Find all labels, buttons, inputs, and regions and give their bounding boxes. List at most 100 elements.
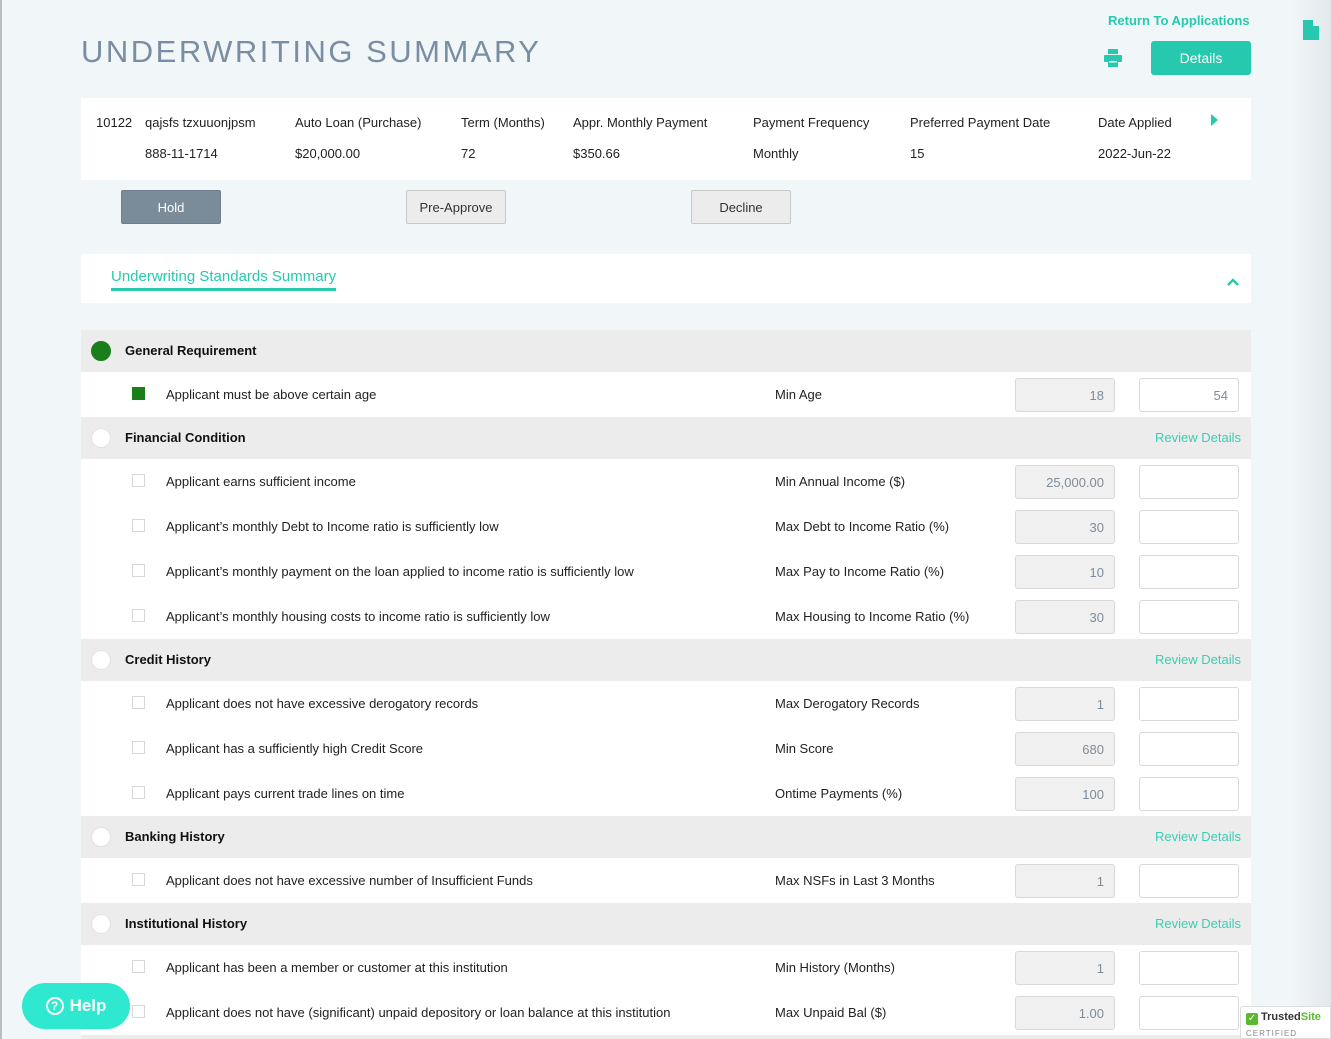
- review-details-link[interactable]: Review Details: [1155, 652, 1241, 667]
- pre-approve-button[interactable]: Pre-Approve: [406, 190, 506, 224]
- tab-underwriting-standards-summary[interactable]: Underwriting Standards Summary: [111, 268, 337, 291]
- criterion-checkbox[interactable]: [132, 519, 145, 532]
- print-icon[interactable]: [1103, 49, 1123, 67]
- applicant-ssn: 888-11-1714: [145, 146, 218, 161]
- review-details-link[interactable]: Review Details: [1155, 916, 1241, 931]
- criterion-checkbox[interactable]: [132, 609, 145, 622]
- criterion-metric: Min Age: [775, 387, 822, 402]
- preferred-payment-date-value: 15: [910, 146, 925, 161]
- status-dot-icon: [91, 650, 111, 670]
- category-label: Institutional History: [125, 916, 248, 931]
- chevron-up-icon[interactable]: [1227, 274, 1239, 286]
- criterion-metric: Min Annual Income ($): [775, 474, 906, 489]
- caret-right-icon[interactable]: [1211, 114, 1218, 126]
- criterion-metric: Max Unpaid Bal ($): [775, 1005, 887, 1020]
- trustedsite-name: TrustedSite: [1261, 1011, 1321, 1023]
- criterion-row: Applicant earns sufficient income Min An…: [81, 459, 1251, 504]
- actual-value-field[interactable]: [1139, 378, 1239, 412]
- standard-value-field: [1015, 555, 1115, 589]
- date-applied-label: Date Applied: [1098, 115, 1172, 130]
- payment-frequency-label: Payment Frequency: [753, 115, 870, 130]
- criterion-label: Applicant’s monthly payment on the loan …: [166, 564, 634, 579]
- standard-value-field: [1015, 732, 1115, 766]
- category-row-institutional-history: Institutional History Review Details: [81, 903, 1251, 945]
- decline-button[interactable]: Decline: [691, 190, 791, 224]
- standard-value-field: [1015, 996, 1115, 1030]
- check-icon: ✓: [1246, 1013, 1258, 1025]
- standard-value-field: [1015, 510, 1115, 544]
- criterion-row: Applicant has been a member or customer …: [81, 945, 1251, 990]
- criterion-row: Applicant does not have (significant) un…: [81, 990, 1251, 1035]
- category-row-credit-history: Credit History Review Details: [81, 639, 1251, 681]
- category-label: Financial Condition: [125, 430, 246, 445]
- details-button[interactable]: Details: [1151, 41, 1251, 75]
- status-dot-icon: [91, 827, 111, 847]
- criterion-label: Applicant has a sufficiently high Credit…: [166, 741, 424, 756]
- criterion-checkbox[interactable]: [132, 786, 145, 799]
- review-details-link[interactable]: Review Details: [1155, 829, 1241, 844]
- criterion-metric: Max Derogatory Records: [775, 696, 920, 711]
- category-row-general-requirement: General Requirement: [81, 330, 1251, 372]
- criterion-checkbox[interactable]: [132, 960, 145, 973]
- application-id-link[interactable]: 10122: [96, 115, 132, 130]
- document-icon[interactable]: [1303, 20, 1319, 40]
- loan-amount: $20,000.00: [295, 146, 361, 161]
- status-dot-icon: [91, 341, 111, 361]
- payment-frequency-value: Monthly: [753, 146, 799, 161]
- criterion-checkbox[interactable]: [132, 696, 145, 709]
- criterion-metric: Max Pay to Income Ratio (%): [775, 564, 945, 579]
- standard-value-field: [1015, 951, 1115, 985]
- criterion-label: Applicant earns sufficient income: [166, 474, 356, 489]
- actual-value-field[interactable]: [1139, 777, 1239, 811]
- criterion-row: Applicant pays current trade lines on ti…: [81, 771, 1251, 816]
- actual-value-field[interactable]: [1139, 465, 1239, 499]
- category-row-financial-condition: Financial Condition Review Details: [81, 417, 1251, 459]
- actual-value-field[interactable]: [1139, 687, 1239, 721]
- status-dot-icon: [91, 914, 111, 934]
- criterion-metric: Ontime Payments (%): [775, 786, 903, 801]
- actual-value-field[interactable]: [1139, 555, 1239, 589]
- criterion-checkbox[interactable]: [132, 873, 145, 886]
- trustedsite-name-a: Trusted: [1261, 1011, 1301, 1023]
- underwriting-standards-table: General Requirement Applicant must be ab…: [81, 330, 1251, 1039]
- page-title: UNDERWRITING SUMMARY: [81, 34, 542, 69]
- criterion-label: Applicant’s monthly housing costs to inc…: [166, 609, 550, 624]
- trustedsite-badge[interactable]: ✓ TrustedSite CERTIFIED SECURE: [1240, 1006, 1331, 1039]
- category-label: General Requirement: [125, 343, 257, 358]
- criterion-metric: Max Debt to Income Ratio (%): [775, 519, 950, 534]
- criterion-checkbox[interactable]: [132, 1005, 145, 1018]
- section-tab-bar: Underwriting Standards Summary: [81, 254, 1251, 303]
- criterion-checkbox[interactable]: [132, 474, 145, 487]
- criterion-label: Applicant does not have excessive deroga…: [166, 696, 479, 711]
- criterion-checkbox[interactable]: [132, 387, 145, 400]
- actual-value-field[interactable]: [1139, 996, 1239, 1030]
- criterion-label: Applicant has been a member or customer …: [166, 960, 508, 975]
- criterion-label: Applicant does not have (significant) un…: [166, 1005, 671, 1020]
- application-summary-card: 10122 qajsfs tzxuuonjpsm 888-11-1714 Aut…: [81, 98, 1251, 180]
- actual-value-field[interactable]: [1139, 864, 1239, 898]
- standard-value-field: [1015, 600, 1115, 634]
- actual-value-field[interactable]: [1139, 951, 1239, 985]
- date-applied-value: 2022-Jun-22: [1098, 146, 1171, 161]
- hold-button[interactable]: Hold: [121, 190, 221, 224]
- standard-value-field: [1015, 378, 1115, 412]
- criterion-metric: Min History (Months): [775, 960, 895, 975]
- monthly-payment-label: Appr. Monthly Payment: [573, 115, 708, 130]
- return-to-applications-link[interactable]: Return To Applications: [1108, 13, 1250, 28]
- applicant-name: qajsfs tzxuuonjpsm: [145, 115, 256, 130]
- category-label: Banking History: [125, 829, 225, 844]
- criterion-row: Applicant must be above certain age Min …: [81, 372, 1251, 417]
- trustedsite-subtitle: CERTIFIED SECURE: [1246, 1029, 1298, 1039]
- criterion-row: Applicant has a sufficiently high Credit…: [81, 726, 1251, 771]
- actual-value-field[interactable]: [1139, 510, 1239, 544]
- criterion-checkbox[interactable]: [132, 741, 145, 754]
- left-window-edge: [0, 0, 2, 1039]
- actual-value-field[interactable]: [1139, 732, 1239, 766]
- review-details-link[interactable]: Review Details: [1155, 430, 1241, 445]
- table-footer-strip: [81, 1035, 1251, 1039]
- criterion-metric: Max Housing to Income Ratio (%): [775, 609, 970, 624]
- actual-value-field[interactable]: [1139, 600, 1239, 634]
- criterion-checkbox[interactable]: [132, 564, 145, 577]
- status-dot-icon: [91, 428, 111, 448]
- help-button[interactable]: ? Help: [22, 983, 130, 1029]
